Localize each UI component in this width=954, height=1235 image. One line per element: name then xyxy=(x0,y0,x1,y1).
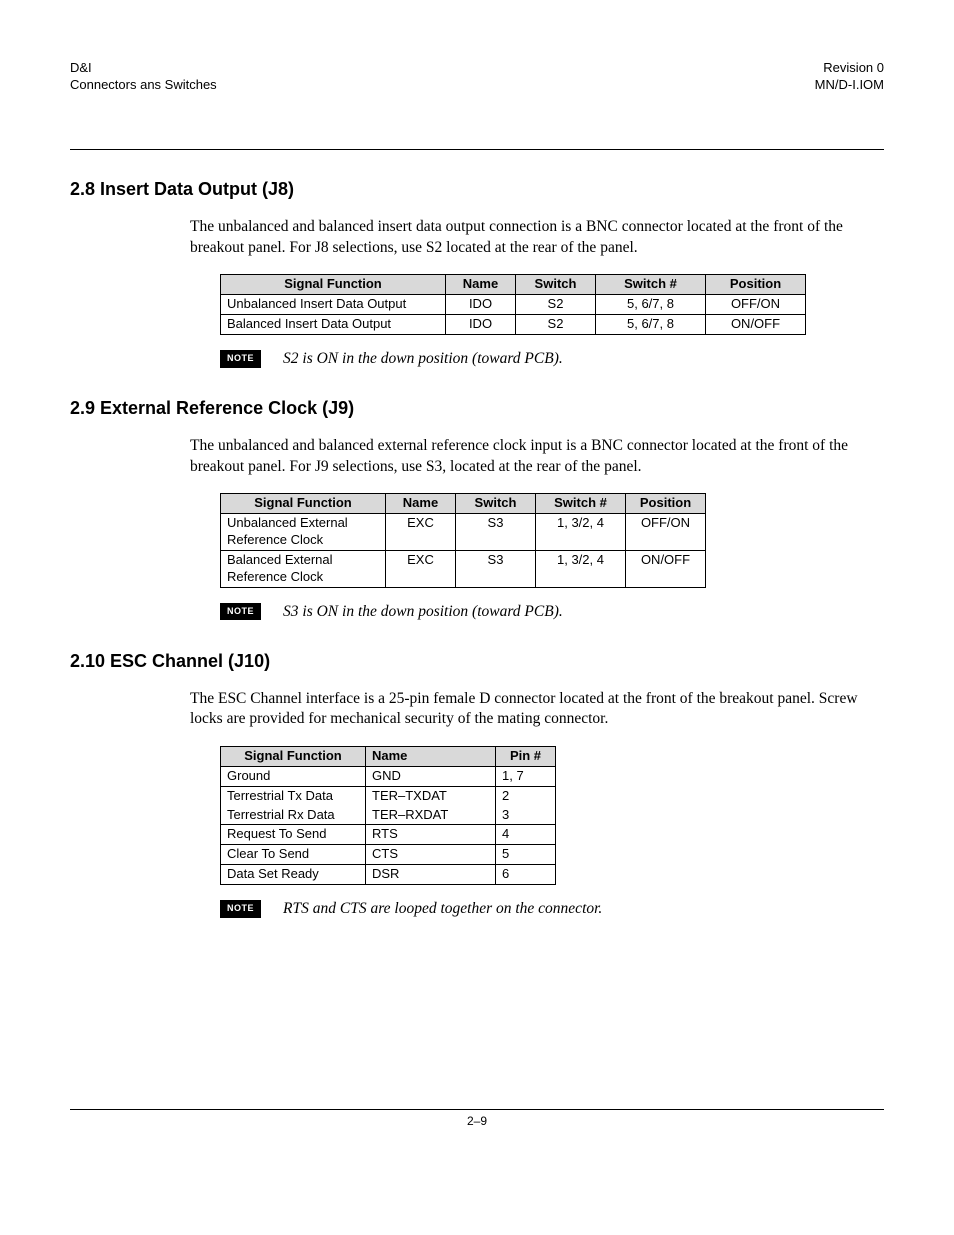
table-header: Switch # xyxy=(596,275,706,295)
header-right-top: Revision 0 xyxy=(815,60,884,77)
note-text: RTS and CTS are looped together on the c… xyxy=(283,899,602,919)
table-cell: Data Set Ready xyxy=(221,865,366,885)
section-2-8-heading: 2.8 Insert Data Output (J8) xyxy=(70,178,884,201)
table-row: Terrestrial Rx Data TER–RXDAT 3 xyxy=(221,806,556,825)
table-cell: TER–TXDAT xyxy=(366,786,496,805)
table-cell: 4 xyxy=(496,825,556,845)
table-cell: Unbalanced External Reference Clock xyxy=(221,513,386,550)
section-2-10-table: Signal Function Name Pin # Ground GND 1,… xyxy=(220,746,556,885)
table-cell: Ground xyxy=(221,766,366,786)
table-cell: ON/OFF xyxy=(626,550,706,587)
page-number: 2–9 xyxy=(70,1114,884,1130)
section-2-9-paragraph: The unbalanced and balanced external ref… xyxy=(190,436,874,478)
table-cell: Balanced Insert Data Output xyxy=(221,314,446,334)
table-cell: Unbalanced Insert Data Output xyxy=(221,294,446,314)
table-cell: OFF/ON xyxy=(626,513,706,550)
footer-rule xyxy=(70,1109,884,1110)
section-2-8-note: NOTE S2 is ON in the down position (towa… xyxy=(220,349,884,369)
table-cell: 5 xyxy=(496,845,556,865)
section-2-10-note: NOTE RTS and CTS are looped together on … xyxy=(220,899,884,919)
header-left-bottom: Connectors ans Switches xyxy=(70,77,217,94)
table-header: Name xyxy=(366,746,496,766)
table-row: Balanced Insert Data Output IDO S2 5, 6/… xyxy=(221,314,806,334)
table-cell: S3 xyxy=(456,513,536,550)
section-2-10-paragraph: The ESC Channel interface is a 25-pin fe… xyxy=(190,689,874,731)
table-row: Clear To Send CTS 5 xyxy=(221,845,556,865)
table-cell: IDO xyxy=(446,294,516,314)
table-cell: TER–RXDAT xyxy=(366,806,496,825)
table-header: Signal Function xyxy=(221,275,446,295)
section-2-9-note: NOTE S3 is ON in the down position (towa… xyxy=(220,602,884,622)
table-cell: ON/OFF xyxy=(706,314,806,334)
section-2-9-heading: 2.9 External Reference Clock (J9) xyxy=(70,397,884,420)
table-cell: RTS xyxy=(366,825,496,845)
table-cell: CTS xyxy=(366,845,496,865)
table-header: Switch xyxy=(456,494,536,514)
table-cell: 1, 3/2, 4 xyxy=(536,550,626,587)
table-cell: Balanced External Reference Clock xyxy=(221,550,386,587)
table-cell: Terrestrial Rx Data xyxy=(221,806,366,825)
table-cell: 6 xyxy=(496,865,556,885)
table-cell: EXC xyxy=(386,513,456,550)
section-2-9-table: Signal Function Name Switch Switch # Pos… xyxy=(220,493,706,587)
page-header: D&I Connectors ans Switches Revision 0 M… xyxy=(70,60,884,94)
table-header: Pin # xyxy=(496,746,556,766)
table-header: Name xyxy=(446,275,516,295)
section-2-8-paragraph: The unbalanced and balanced insert data … xyxy=(190,217,874,259)
note-badge: NOTE xyxy=(220,900,261,918)
table-cell: Request To Send xyxy=(221,825,366,845)
table-header: Switch # xyxy=(536,494,626,514)
table-cell: IDO xyxy=(446,314,516,334)
table-row: Terrestrial Tx Data TER–TXDAT 2 xyxy=(221,786,556,805)
section-2-8-table: Signal Function Name Switch Switch # Pos… xyxy=(220,274,806,335)
table-row: Request To Send RTS 4 xyxy=(221,825,556,845)
table-cell: GND xyxy=(366,766,496,786)
note-text: S3 is ON in the down position (toward PC… xyxy=(283,602,563,622)
table-row: Data Set Ready DSR 6 xyxy=(221,865,556,885)
header-right-bottom: MN/D-I.IOM xyxy=(815,77,884,94)
table-header: Name xyxy=(386,494,456,514)
table-header: Signal Function xyxy=(221,746,366,766)
table-row: Unbalanced External Reference Clock EXC … xyxy=(221,513,706,550)
table-cell: 2 xyxy=(496,786,556,805)
table-cell: Terrestrial Tx Data xyxy=(221,786,366,805)
table-header: Position xyxy=(706,275,806,295)
header-left-top: D&I xyxy=(70,60,217,77)
table-header: Position xyxy=(626,494,706,514)
table-cell: DSR xyxy=(366,865,496,885)
table-cell: S2 xyxy=(516,314,596,334)
table-row: Unbalanced Insert Data Output IDO S2 5, … xyxy=(221,294,806,314)
page-footer: 2–9 xyxy=(70,1109,884,1130)
table-cell: S3 xyxy=(456,550,536,587)
table-cell: 1, 3/2, 4 xyxy=(536,513,626,550)
note-badge: NOTE xyxy=(220,603,261,621)
table-header: Switch xyxy=(516,275,596,295)
table-cell: EXC xyxy=(386,550,456,587)
table-cell: S2 xyxy=(516,294,596,314)
table-cell: OFF/ON xyxy=(706,294,806,314)
table-row: Balanced External Reference Clock EXC S3… xyxy=(221,550,706,587)
note-text: S2 is ON in the down position (toward PC… xyxy=(283,349,563,369)
note-badge: NOTE xyxy=(220,350,261,368)
table-cell: 3 xyxy=(496,806,556,825)
table-cell: 5, 6/7, 8 xyxy=(596,314,706,334)
table-cell: 5, 6/7, 8 xyxy=(596,294,706,314)
table-cell: 1, 7 xyxy=(496,766,556,786)
header-rule xyxy=(70,149,884,150)
section-2-10-heading: 2.10 ESC Channel (J10) xyxy=(70,650,884,673)
table-row: Ground GND 1, 7 xyxy=(221,766,556,786)
table-header: Signal Function xyxy=(221,494,386,514)
table-cell: Clear To Send xyxy=(221,845,366,865)
